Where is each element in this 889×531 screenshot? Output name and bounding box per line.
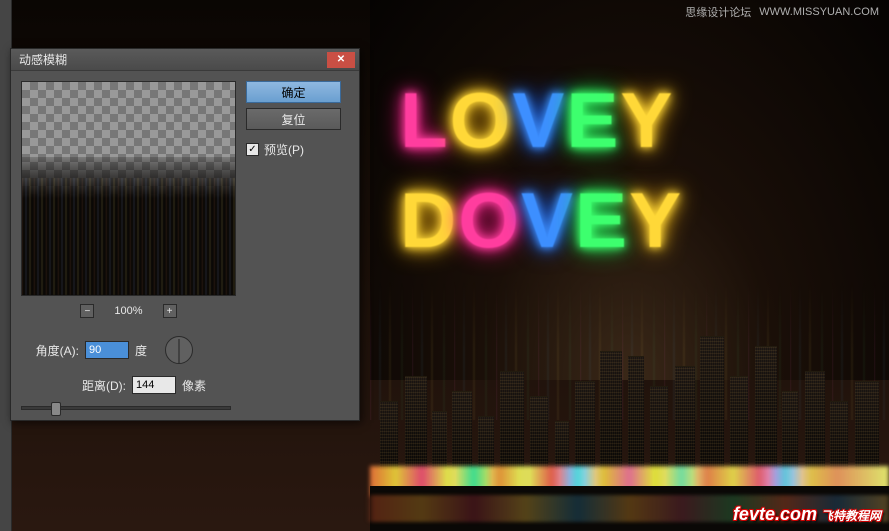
neon-char: E xyxy=(575,175,629,266)
reset-label: 复位 xyxy=(281,111,305,128)
neon-char: L xyxy=(400,75,450,166)
neon-text-line2: D O V E Y xyxy=(400,175,880,266)
ok-button[interactable]: 确定 xyxy=(246,81,341,103)
blur-controls: 角度(A): 度 距离(D): 像素 xyxy=(21,336,236,410)
distance-unit: 像素 xyxy=(182,377,206,394)
close-button[interactable]: ✕ xyxy=(327,52,355,68)
dialog-left-column: − 100% + 角度(A): 度 距离(D): 像素 xyxy=(21,81,236,410)
dialog-right-column: 确定 复位 ✓ 预览(P) xyxy=(246,81,341,410)
bottom-watermark: fevte.com 飞特教程网 xyxy=(733,504,881,525)
watermark-url: WWW.MISSYUAN.COM xyxy=(759,6,879,18)
slider-thumb[interactable] xyxy=(51,402,61,416)
watermark-subtitle: 飞特教程网 xyxy=(821,507,881,524)
preview-checkbox-row: ✓ 预览(P) xyxy=(246,141,341,158)
distance-slider[interactable] xyxy=(21,406,231,410)
minus-icon: − xyxy=(85,306,91,317)
zoom-in-button[interactable]: + xyxy=(163,304,177,318)
distance-input[interactable] xyxy=(132,376,176,394)
plus-icon: + xyxy=(167,306,173,317)
motion-blur-dialog: 动感模糊 ✕ − 100% + 角度(A): xyxy=(10,48,360,421)
ok-label: 确定 xyxy=(281,84,305,101)
dialog-body: − 100% + 角度(A): 度 距离(D): 像素 xyxy=(11,71,359,420)
neon-char: O xyxy=(458,175,521,266)
watermark-text: 思缘设计论坛 xyxy=(685,4,751,20)
neon-char: V xyxy=(521,175,575,266)
preview-blur-streaks xyxy=(22,178,235,295)
zoom-out-button[interactable]: − xyxy=(80,304,94,318)
angle-label: 角度(A): xyxy=(21,342,79,359)
neon-char: Y xyxy=(620,75,674,166)
preview-checkbox[interactable]: ✓ xyxy=(246,143,259,156)
distance-label: 距离(D): xyxy=(21,377,126,394)
close-icon: ✕ xyxy=(337,54,345,65)
angle-dial[interactable] xyxy=(165,336,193,364)
top-watermark: 思缘设计论坛 WWW.MISSYUAN.COM xyxy=(685,4,879,20)
preview-thumbnail[interactable] xyxy=(21,81,236,296)
angle-row: 角度(A): 度 xyxy=(21,336,236,364)
dialog-titlebar[interactable]: 动感模糊 ✕ xyxy=(11,49,359,71)
neon-text-line1: L O V E Y xyxy=(400,75,880,166)
zoom-controls: − 100% + xyxy=(21,304,236,318)
angle-unit: 度 xyxy=(135,342,147,359)
neon-char: O xyxy=(450,75,513,166)
preview-label: 预览(P) xyxy=(264,141,304,158)
neon-char: Y xyxy=(629,175,683,266)
check-icon: ✓ xyxy=(248,144,256,155)
distance-row: 距离(D): 像素 xyxy=(21,376,236,394)
watermark-domain: fevte.com xyxy=(733,504,817,525)
neon-char: E xyxy=(566,75,620,166)
dialog-title: 动感模糊 xyxy=(19,51,327,68)
reset-button[interactable]: 复位 xyxy=(246,108,341,130)
angle-input[interactable] xyxy=(85,341,129,359)
neon-char: D xyxy=(400,175,458,266)
zoom-value: 100% xyxy=(114,305,142,317)
neon-char: V xyxy=(512,75,566,166)
